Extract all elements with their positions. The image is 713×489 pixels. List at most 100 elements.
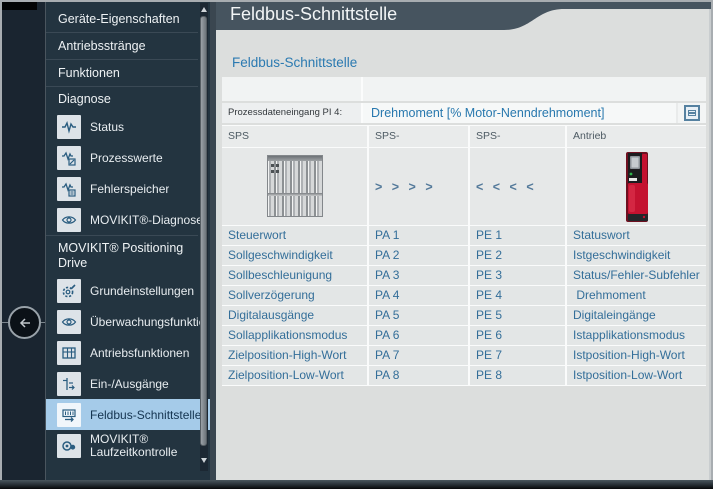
pa-index-cell: PA 2	[369, 246, 468, 265]
sidebar-item-label: Überwachungsfunktic	[90, 314, 202, 329]
pe-name-cell[interactable]: Istapplikationsmodus	[567, 326, 706, 345]
window-border-left	[0, 0, 2, 489]
pe-index-cell: PE 2	[470, 246, 565, 265]
list-edit-icon	[688, 110, 696, 116]
scrollbar-up-arrow[interactable]	[200, 4, 208, 14]
window-bottom-bar	[0, 480, 713, 489]
pe-name-cell[interactable]: Drehmoment	[567, 286, 706, 305]
sidebar-item-movikit-laufzeitkontrolle[interactable]: MOVIKIT® Laufzeitkontrolle	[46, 430, 210, 461]
eye-icon	[57, 207, 81, 232]
subtitle-link[interactable]: Feldbus-Schnittstelle	[232, 55, 357, 70]
sidebar-item-ueberwachungsfunktionen[interactable]: Überwachungsfunktic	[46, 306, 210, 337]
sidebar-item-label: MOVIKIT® Laufzeitkontrolle	[90, 432, 178, 459]
pa-index-cell: PA 3	[369, 266, 468, 285]
sidebar-item-geraete-eigenschaften[interactable]: Geräte-Eigenschaften	[46, 6, 198, 33]
pe-name-cell[interactable]: Istposition-Low-Wort	[567, 366, 706, 385]
column-header-antrieb: Antrieb	[567, 126, 706, 147]
table-image-row: > > > > < < < <	[222, 148, 706, 225]
arrows-left: < < < <	[476, 179, 537, 194]
column-header-sps-eingangsdaten: SPS-Eingangsdaten	[470, 126, 565, 163]
table-row: Sollgeschwindigkeit PA 2 PE 2 Istgeschwi…	[222, 246, 706, 265]
window-border-top	[0, 0, 713, 2]
collapse-strip	[2, 2, 45, 480]
sidebar: Geräte-Eigenschaften Antriebsstränge Fun…	[45, 2, 210, 480]
pe-name-cell[interactable]: Istgeschwindigkeit	[567, 246, 706, 265]
pe-name-cell[interactable]: Istposition-High-Wort	[567, 346, 706, 365]
plc-image	[266, 155, 323, 217]
pa-name-cell[interactable]: Steuerwort	[222, 226, 367, 245]
pa-name-cell[interactable]: Zielposition-Low-Wort	[222, 366, 367, 385]
pa-index-cell: PA 7	[369, 346, 468, 365]
pa-name-cell[interactable]: Zielposition-High-Wort	[222, 346, 367, 365]
main-left-edge	[210, 2, 216, 480]
sidebar-item-funktionen[interactable]: Funktionen	[46, 60, 198, 87]
pa-name-cell[interactable]: Sollverzögerung	[222, 286, 367, 305]
sidebar-section-movikit-positioning-drive: MOVIKIT® Positioning Drive	[58, 241, 184, 270]
sidebar-item-antriebsstraenge[interactable]: Antriebsstränge	[46, 33, 198, 60]
io-icon	[57, 371, 81, 396]
sps-image-cell	[222, 148, 367, 225]
sidebar-item-label: Grundeinstellungen	[90, 283, 195, 298]
property-grid-spacer-row	[222, 77, 706, 101]
sidebar-item-status[interactable]: Status	[46, 111, 210, 142]
pe-name-cell[interactable]: Statuswort	[567, 226, 706, 245]
process-data-input-row: Prozessdateneingang PI 4: Drehmoment [% …	[222, 103, 706, 123]
scrollbar-thumb[interactable]	[200, 16, 207, 446]
property-grid-divider	[361, 77, 363, 101]
sidebar-item-antriebsfunktionen[interactable]: Antriebsfunktionen	[46, 337, 210, 368]
pe-index-cell: PE 3	[470, 266, 565, 285]
sidebar-item-label: Status	[90, 119, 125, 134]
list-edit-button[interactable]	[684, 105, 700, 121]
scrollbar-down-arrow[interactable]	[200, 455, 208, 465]
pa-index-cell: PA 5	[369, 306, 468, 325]
process-input-button-cell	[676, 103, 706, 123]
pa-name-cell[interactable]: Sollgeschwindigkeit	[222, 246, 367, 265]
waveform-square-icon	[57, 145, 81, 170]
sidebar-item-label: Fehlerspeicher	[90, 181, 170, 196]
sidebar-item-prozesswerte[interactable]: Prozesswerte	[46, 142, 210, 173]
collapse-sidebar-button[interactable]	[8, 306, 41, 339]
pe-name-cell[interactable]: Status/Fehler-Subfehler	[567, 266, 706, 285]
table-row: Steuerwort PA 1 PE 1 Statuswort	[222, 226, 706, 245]
eye-icon	[57, 309, 81, 334]
gear-icon	[57, 278, 81, 303]
sidebar-item-ein-ausgaenge[interactable]: Ein-/Ausgänge	[46, 368, 210, 399]
sidebar-item-feldbus-schnittstelle[interactable]: Feldbus-Schnittstelle	[46, 399, 210, 430]
pa-name-cell[interactable]: Digitalausgänge	[222, 306, 367, 325]
arrows-right: > > > >	[375, 179, 436, 194]
sidebar-item-label: Ein-/Ausgänge	[90, 376, 169, 391]
pa-name-cell[interactable]: Sollapplikationsmodus	[222, 326, 367, 345]
top-black-bar	[2, 2, 37, 10]
table-row: Sollapplikationsmodus PA 6 PE 6 Istappli…	[222, 326, 706, 345]
pe-index-cell: PE 5	[470, 306, 565, 325]
table-row: Sollverzögerung PA 4 PE 4 Drehmoment	[222, 286, 706, 305]
table-row: Digitalausgänge PA 5 PE 5 Digitaleingäng…	[222, 306, 706, 325]
sidebar-item-movikit-diagnose[interactable]: MOVIKIT®-Diagnose	[46, 204, 210, 235]
input-direction-cell: < < < <	[470, 148, 565, 225]
sidebar-item-label: Antriebsfunktionen	[90, 345, 190, 360]
table-row: Zielposition-Low-Wort PA 8 PE 8 Istposit…	[222, 366, 706, 385]
waveform-icon	[57, 114, 81, 139]
sidebar-scrollbar[interactable]	[200, 3, 208, 471]
pa-index-cell: PA 6	[369, 326, 468, 345]
fieldbus-icon	[57, 402, 81, 427]
drive-image-cell	[567, 148, 706, 225]
pa-index-cell: PA 8	[369, 366, 468, 385]
sidebar-item-label: Prozesswerte	[90, 150, 163, 165]
main-area: Feldbus-Schnittstelle Feldbus-Schnittste…	[210, 2, 711, 480]
process-input-value-dropdown[interactable]: Drehmoment [% Motor-Nenndrehmoment]	[363, 103, 676, 123]
pe-index-cell: PE 4	[470, 286, 565, 305]
sidebar-item-label: Feldbus-Schnittstelle	[90, 407, 202, 422]
pa-name-cell[interactable]: Sollbeschleunigung	[222, 266, 367, 285]
pe-index-cell: PE 6	[470, 326, 565, 345]
grid-icon	[57, 340, 81, 365]
pe-index-cell: PE 8	[470, 366, 565, 385]
column-header-sps: SPS	[222, 126, 367, 147]
arrow-left-icon	[16, 314, 34, 332]
pe-index-cell: PE 1	[470, 226, 565, 245]
table-row: Sollbeschleunigung PA 3 PE 3 Status/Fehl…	[222, 266, 706, 285]
sidebar-item-fehlerspeicher[interactable]: Fehlerspeicher	[46, 173, 210, 204]
sidebar-item-grundeinstellungen[interactable]: Grundeinstellungen	[46, 275, 210, 306]
pa-index-cell: PA 1	[369, 226, 468, 245]
pe-name-cell[interactable]: Digitaleingänge	[567, 306, 706, 325]
